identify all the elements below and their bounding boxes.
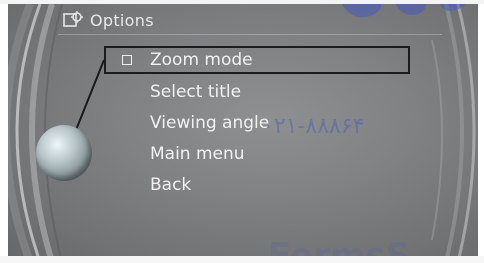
menu-item-label: Main menu	[150, 144, 245, 164]
menu-item-main-menu[interactable]: Main menu	[104, 139, 410, 170]
page-margin-left	[0, 0, 8, 263]
page-margin-top	[0, 0, 484, 4]
menu-item-label: Back	[150, 175, 192, 195]
watermark-phone: ۰۲۱-۸۸۸۶۴	[262, 114, 365, 139]
header-divider	[58, 34, 442, 35]
options-title: Options	[90, 10, 154, 30]
menu-item-label: Select title	[150, 82, 242, 102]
menu-item-back[interactable]: Back	[104, 170, 410, 201]
menu-item-label: Zoom mode	[150, 50, 253, 70]
options-header: Options	[62, 8, 154, 32]
menu-item-zoom-mode[interactable]: Zoom mode	[104, 46, 410, 74]
options-gear-icon	[63, 11, 83, 27]
idrive-screen: Options Zoom mode Select title Viewing a…	[0, 0, 484, 263]
controller-knob-icon	[36, 125, 92, 181]
menu-item-label: Viewing angle	[150, 113, 270, 133]
page-margin-bottom	[0, 256, 484, 263]
checkbox-icon[interactable]	[122, 55, 132, 65]
menu-item-select-title[interactable]: Select title	[104, 77, 410, 108]
page-margin-right	[478, 0, 484, 263]
